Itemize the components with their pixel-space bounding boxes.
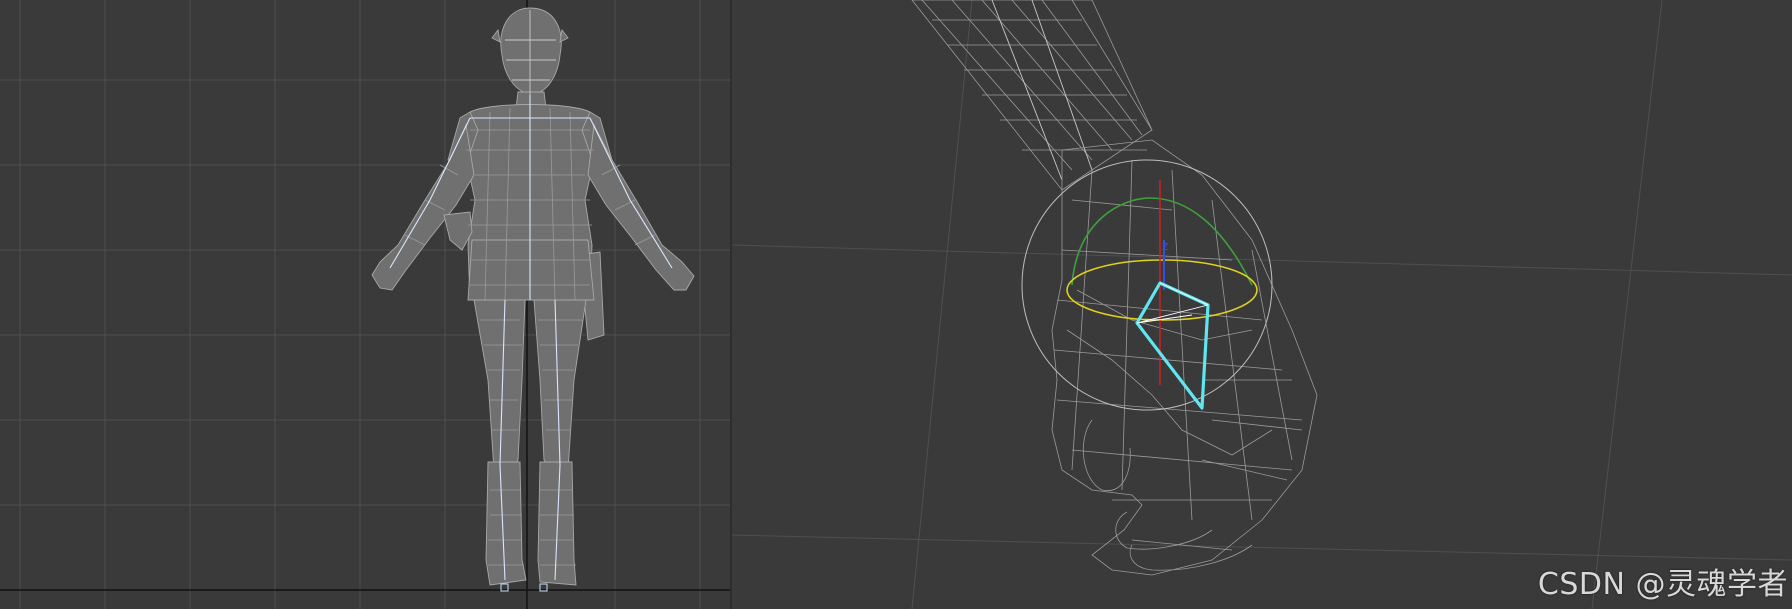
perspective-viewport-canvas: z: [732, 0, 1792, 609]
front-viewport[interactable]: [0, 0, 732, 609]
rotate-gizmo[interactable]: z: [1021, 159, 1273, 411]
svg-text:z: z: [1162, 239, 1168, 253]
front-grid: [0, 0, 732, 609]
front-viewport-canvas: [0, 0, 732, 609]
watermark-text: CSDN @灵魂学者: [1537, 567, 1788, 602]
character-wireframe[interactable]: [371, 7, 695, 592]
selected-bone[interactable]: [1135, 281, 1210, 410]
perspective-viewport[interactable]: z CSDN @灵魂学者: [732, 0, 1792, 609]
